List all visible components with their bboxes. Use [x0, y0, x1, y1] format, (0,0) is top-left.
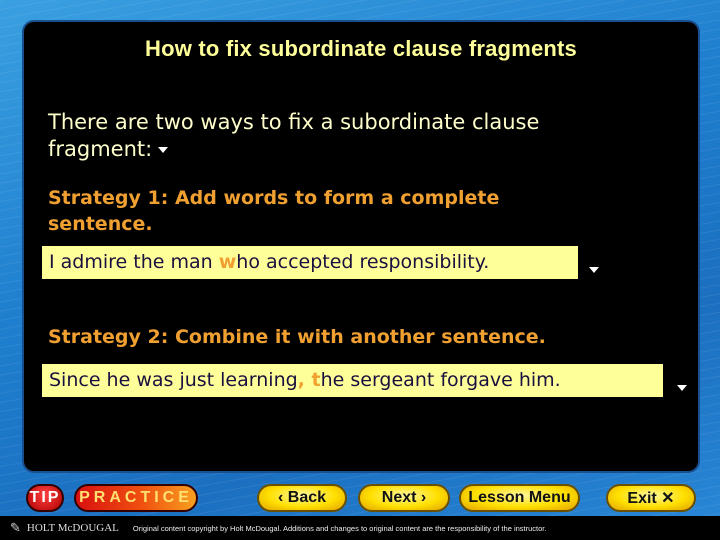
practice-button[interactable]: PRACTICE [74, 484, 198, 512]
example-highlight: , t [297, 369, 321, 391]
next-button[interactable]: Next › [358, 484, 450, 512]
strategy-2-heading: Strategy 2: Combine it with another sent… [48, 326, 546, 348]
lesson-menu-button[interactable]: Lesson Menu [459, 484, 580, 512]
strategy-1-heading: Strategy 1: Add words to form a complete… [48, 187, 500, 235]
logo-text: HOLT McDOUGAL [26, 522, 119, 534]
intro-text: There are two ways to fix a subordinate … [48, 109, 648, 163]
animation-arrow-icon[interactable] [158, 147, 169, 153]
example-highlight: w [218, 251, 237, 273]
example-text: he sergeant forgave him. [320, 369, 561, 391]
publisher-logo: ✎ HOLT McDOUGAL [10, 520, 119, 536]
animation-arrow-icon[interactable] [677, 385, 687, 391]
navigation-bar: TIP PRACTICE ‹ Back Next › Lesson Menu E… [0, 480, 720, 516]
strategy-2-example: Since he was just learning, the sergeant… [42, 364, 663, 397]
intro-label: There are two ways to fix a subordinate … [48, 110, 540, 161]
exit-button[interactable]: Exit ✕ [606, 484, 696, 512]
copyright-text: Original content copyright by Holt McDou… [132, 523, 547, 533]
slide-title: How to fix subordinate clause fragments [145, 36, 577, 61]
strategy-1-example: I admire the man who accepted responsibi… [42, 246, 578, 279]
animation-arrow-icon[interactable] [589, 267, 599, 273]
example-text: Since he was just learning [49, 369, 298, 391]
logo-icon: ✎ [10, 520, 21, 535]
tip-button[interactable]: TIP [26, 484, 64, 512]
example-text: I admire the man [49, 251, 219, 273]
back-button[interactable]: ‹ Back [257, 484, 347, 512]
slide-panel: How to fix subordinate clause fragments … [24, 22, 698, 471]
footer: ✎ HOLT McDOUGAL Original content copyrig… [0, 516, 720, 540]
example-text: ho accepted responsibility. [236, 251, 490, 273]
